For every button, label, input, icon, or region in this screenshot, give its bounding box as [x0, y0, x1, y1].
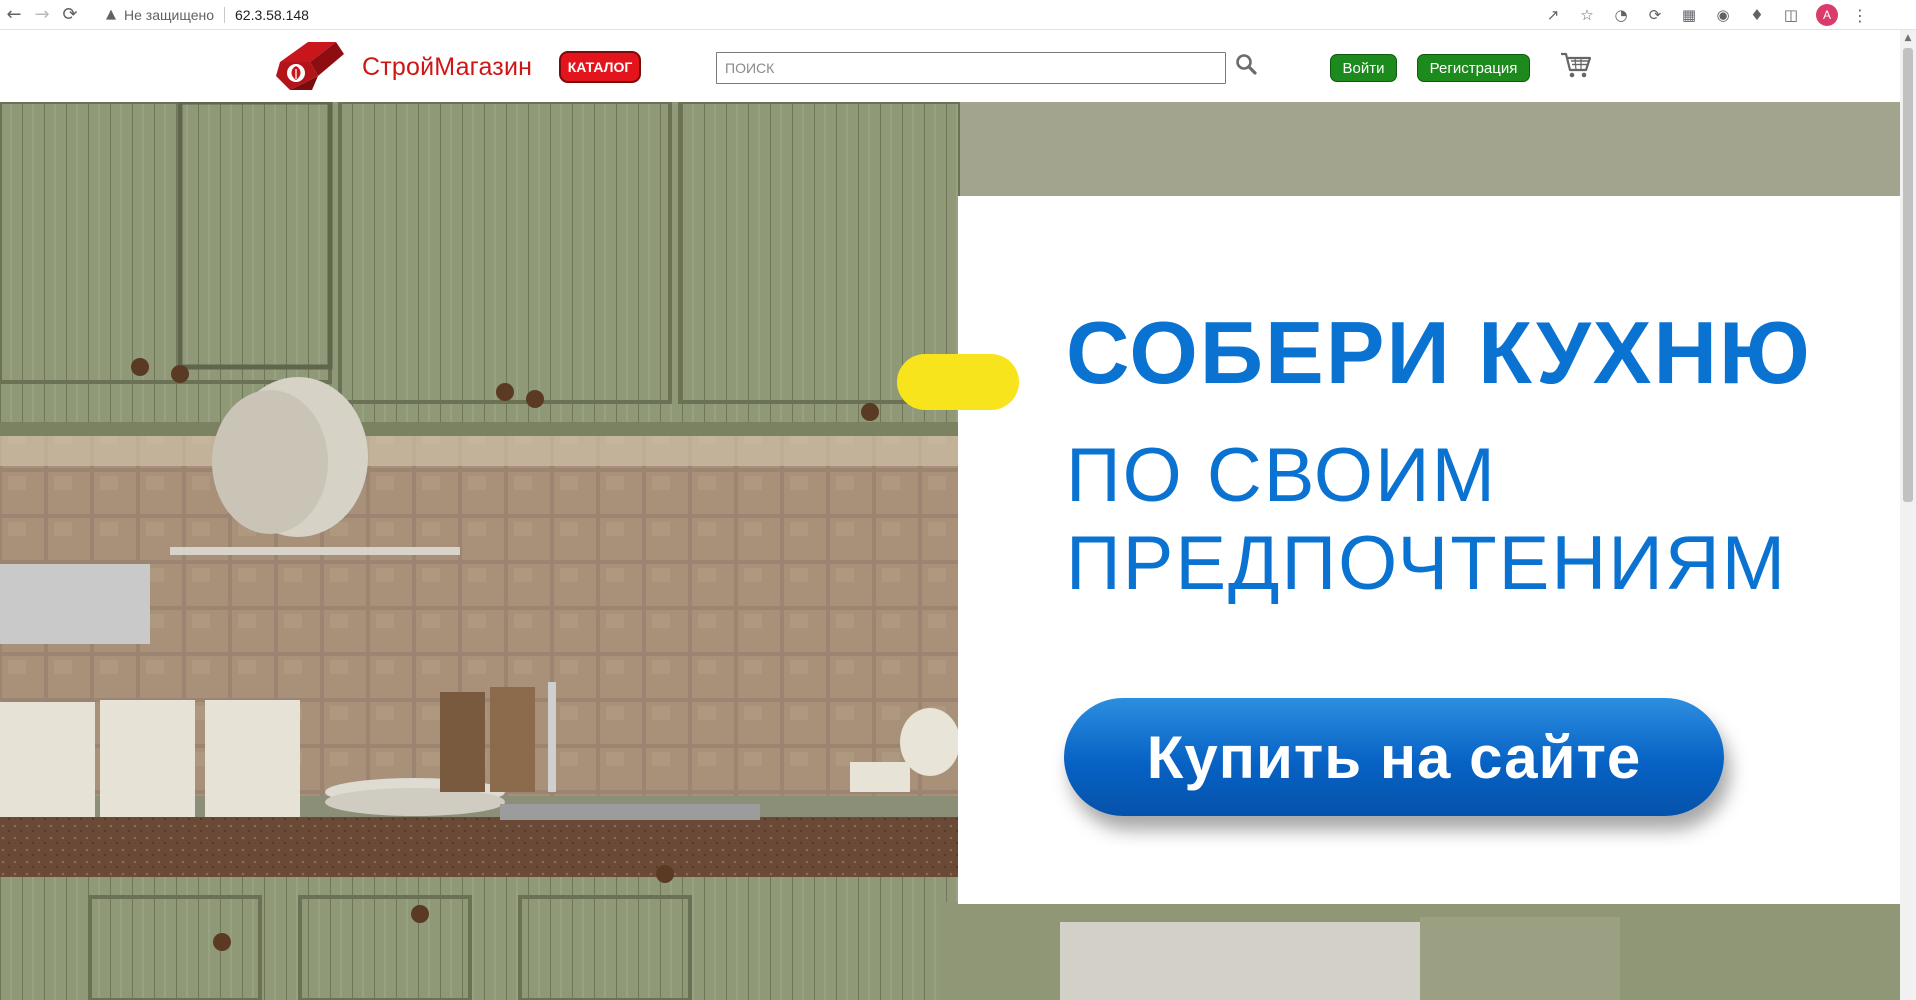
login-button[interactable]: Войти — [1330, 54, 1397, 82]
url-text[interactable]: 62.3.58.148 — [235, 7, 309, 23]
reload-icon[interactable]: ⟳ — [56, 1, 84, 29]
browser-menu-icon[interactable]: ⋮ — [1850, 6, 1870, 25]
extension-color-icon[interactable]: ◉ — [1708, 1, 1738, 29]
page-scrollbar[interactable]: ▲ — [1900, 30, 1916, 1000]
security-label[interactable]: Не защищено — [124, 7, 214, 23]
warning-icon[interactable]: ▲ — [106, 7, 116, 22]
forward-icon[interactable]: → — [28, 1, 56, 29]
browser-actions: ↗ ☆ ◔ ⟳ ▦ ◉ ♦ ◫ A ⋮ — [1538, 0, 1870, 30]
side-panel-icon[interactable]: ◫ — [1776, 1, 1806, 29]
scroll-thumb[interactable] — [1903, 48, 1913, 502]
hero-banner[interactable]: СОБЕРИ КУХНЮ ПО СВОИМ ПРЕДПОЧТЕНИЯМ Купи… — [0, 102, 1900, 1000]
decor-pill — [897, 354, 1019, 410]
promo-subtitle-line1: ПО СВОИМ — [1066, 433, 1497, 518]
search-input[interactable] — [716, 52, 1226, 84]
register-button[interactable]: Регистрация — [1417, 54, 1530, 82]
browser-toolbar: ← → ⟳ ▲ Не защищено 62.3.58.148 ↗ ☆ ◔ ⟳ … — [0, 0, 1916, 30]
site-header: СтройМагазин КАТАЛОГ Войти Регистрация — [0, 30, 1916, 102]
extension-sync-icon[interactable]: ⟳ — [1640, 1, 1670, 29]
address-bar[interactable]: ▲ Не защищено 62.3.58.148 — [106, 3, 309, 27]
promo-subtitle: ПО СВОИМ ПРЕДПОЧТЕНИЯМ — [1066, 432, 1787, 608]
address-separator — [224, 6, 225, 23]
brand-name[interactable]: СтройМагазин — [362, 53, 532, 82]
promo-subtitle-line2: ПРЕДПОЧТЕНИЯМ — [1066, 521, 1788, 606]
catalog-button[interactable]: КАТАЛОГ — [559, 51, 641, 83]
search-icon[interactable] — [1234, 52, 1260, 78]
extension-grid-icon[interactable]: ▦ — [1674, 1, 1704, 29]
cart-icon[interactable] — [1560, 50, 1592, 80]
extensions-puzzle-icon[interactable]: ♦ — [1742, 1, 1772, 29]
profile-avatar[interactable]: A — [1816, 4, 1838, 26]
buy-on-site-button[interactable]: Купить на сайте — [1064, 698, 1724, 816]
extension-clock-icon[interactable]: ◔ — [1606, 1, 1636, 29]
promo-title: СОБЕРИ КУХНЮ — [1066, 303, 1812, 402]
back-icon[interactable]: ← — [0, 1, 28, 29]
scroll-up-arrow-icon[interactable]: ▲ — [1900, 30, 1916, 46]
logo-icon[interactable] — [272, 40, 348, 94]
star-icon[interactable]: ☆ — [1572, 1, 1602, 29]
share-icon[interactable]: ↗ — [1538, 1, 1568, 29]
